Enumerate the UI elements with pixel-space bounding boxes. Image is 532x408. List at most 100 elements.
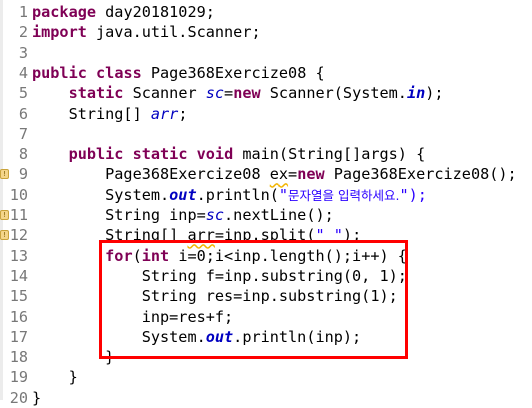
- line-number: 7: [18, 124, 28, 143]
- code-text: String inp=sc.nextLine();: [32, 205, 334, 225]
- line-number: 4: [18, 63, 28, 82]
- code-token: }: [32, 348, 115, 367]
- code-token: new: [233, 84, 261, 103]
- code-line[interactable]: 1 package day20181029;: [0, 2, 532, 22]
- code-token: =: [288, 165, 298, 184]
- code-text: String res=inp.substring(1);: [32, 286, 398, 306]
- code-token: }: [32, 388, 42, 407]
- code-token: .nextLine();: [224, 206, 334, 224]
- code-token: static: [68, 84, 124, 103]
- code-line[interactable]: 14 String f=inp.substring(0, 1);: [0, 266, 532, 286]
- code-text: }: [32, 388, 41, 408]
- code-token: String inp=: [32, 206, 206, 224]
- code-token: String[]: [32, 226, 188, 245]
- code-text: public class Page368Exercize08 {: [32, 63, 325, 83]
- code-token: .println(inp);: [233, 327, 362, 346]
- code-token: out: [169, 185, 197, 204]
- code-token: out: [205, 327, 234, 346]
- code-text: static Scanner sc=new Scanner(System.in)…: [32, 83, 444, 103]
- code-token: public: [68, 145, 124, 164]
- line-number: 3: [18, 43, 28, 62]
- code-token: ": [278, 185, 289, 204]
- code-token: class: [96, 63, 142, 82]
- code-text: }: [32, 367, 78, 387]
- code-token: Page368Exercize08 {: [141, 63, 325, 82]
- code-line[interactable]: ! 9 Page368Exercize08 ex=new Page368Exerc…: [0, 164, 532, 184]
- line-number: 16: [9, 307, 28, 326]
- line-number: 6: [18, 104, 28, 123]
- code-text: inp=res+f;: [32, 307, 233, 327]
- line-number: 15: [9, 287, 28, 306]
- code-token: java.util.Scanner;: [86, 23, 261, 42]
- code-token: int: [141, 246, 170, 265]
- code-token: i=0;i<inp.length();i++) {: [169, 246, 407, 265]
- code-text: Page368Exercize08 ex=new Page368Exercize…: [32, 164, 517, 184]
- code-line[interactable]: 7: [0, 124, 532, 144]
- code-text: package day20181029;: [32, 2, 215, 22]
- code-token: );: [425, 84, 444, 103]
- code-token: Scanner: [123, 84, 206, 103]
- line-number: 20: [9, 388, 28, 407]
- code-text: System.out.println(inp);: [32, 327, 361, 347]
- line-number: 19: [9, 368, 28, 387]
- code-line[interactable]: 19 }: [0, 367, 532, 387]
- code-line[interactable]: 15 String res=inp.substring(1);: [0, 286, 532, 306]
- code-token: ");: [399, 185, 427, 204]
- code-line[interactable]: 13 for(int i=0;i<inp.length();i++) {: [0, 246, 532, 266]
- code-line[interactable]: 17 System.out.println(inp);: [0, 327, 532, 347]
- code-line[interactable]: 16 inp=res+f;: [0, 307, 532, 327]
- code-token: arr: [150, 104, 179, 123]
- code-token: " ": [315, 226, 343, 245]
- code-line[interactable]: 10 System.out.println("문자열을 입력하세요.");: [0, 185, 532, 205]
- code-token: static: [132, 145, 188, 164]
- code-token: inp=res+f;: [32, 307, 234, 326]
- code-line[interactable]: 3: [0, 43, 532, 63]
- code-text: String[] arr;: [32, 104, 188, 124]
- line-number: 5: [18, 84, 28, 103]
- line-number: 11: [9, 206, 28, 224]
- line-number: 10: [9, 185, 28, 204]
- line-number: 9: [18, 165, 28, 184]
- code-token: Page368Exercize08();: [324, 165, 517, 184]
- code-token: day20181029;: [96, 3, 215, 21]
- code-editor[interactable]: 1 package day20181029; 2 import java.util.S…: [0, 0, 532, 407]
- code-token: new: [297, 165, 325, 184]
- code-token: public: [32, 63, 87, 82]
- code-token: String f=inp.substring(0, 1);: [32, 266, 407, 285]
- code-token: sc: [205, 206, 225, 224]
- code-token: arr: [187, 226, 215, 245]
- code-token: .println(: [196, 185, 279, 204]
- code-line[interactable]: 5 static Scanner sc=new Scanner(System.i…: [0, 83, 532, 103]
- code-line[interactable]: 2 import java.util.Scanner;: [0, 22, 532, 42]
- code-line[interactable]: 18 }: [0, 347, 532, 367]
- code-token: }: [32, 368, 78, 387]
- code-token: import: [32, 23, 87, 42]
- code-line[interactable]: ! 11 String inp=sc.nextLine();: [0, 205, 532, 225]
- code-token: ;: [178, 104, 188, 123]
- code-token: void: [196, 145, 234, 164]
- line-number: 17: [9, 327, 28, 346]
- code-token: System.: [32, 185, 170, 204]
- code-line[interactable]: 4 public class Page368Exercize08 {: [0, 63, 532, 83]
- code-text: public static void main(String[]args) {: [32, 144, 426, 164]
- code-text: System.out.println("문자열을 입력하세요.");: [32, 185, 427, 206]
- code-token: String[]: [32, 104, 151, 123]
- code-token: for: [105, 246, 133, 265]
- code-text: import java.util.Scanner;: [32, 22, 261, 42]
- code-token: ex: [269, 165, 289, 184]
- code-line[interactable]: 6 String[] arr;: [0, 104, 532, 124]
- code-token: =inp.split(: [214, 226, 316, 245]
- code-line[interactable]: 8 public static void main(String[]args) …: [0, 144, 532, 164]
- code-line[interactable]: ! 12 String[] arr=inp.split(" ");: [0, 225, 532, 245]
- code-token: (: [132, 246, 142, 265]
- code-line[interactable]: 20}: [0, 388, 532, 408]
- line-number: 18: [9, 348, 28, 367]
- code-text: for(int i=0;i<inp.length();i++) {: [32, 246, 407, 266]
- code-token: =: [224, 84, 234, 103]
